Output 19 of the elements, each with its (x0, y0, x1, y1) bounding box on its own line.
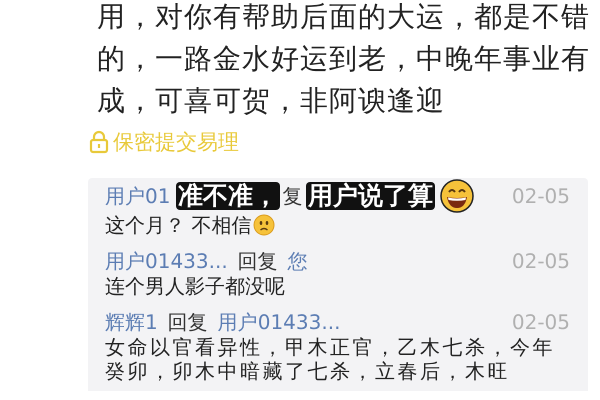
username-link[interactable]: 用户01433... (218, 310, 340, 335)
username-link[interactable]: 您 (288, 249, 308, 274)
comment-date: 02-05 (512, 184, 570, 209)
reply-word: 回复 (238, 249, 278, 274)
worried-face-icon (253, 214, 276, 236)
caption-text: 准不准， (176, 182, 280, 210)
comment-date: 02-05 (512, 249, 570, 274)
caption-text: 用户说了算 (306, 182, 435, 210)
reply-word: 复 (282, 184, 302, 209)
comment-text: 连个男人影子都没呢 (105, 274, 285, 298)
post-text: 用，对你有帮助后面的大运，都是不错的，一路金水好运到老，中晚年事业有成，可喜可贺，非阿谀逢迎 (97, 0, 591, 119)
username-link[interactable]: 用户01433... (105, 249, 228, 274)
lock-icon (89, 130, 109, 154)
reply-word: 回复 (168, 310, 208, 335)
comment-text: 女命以官看异性，甲木正官，乙木七杀，今年癸卯，卯木中暗藏了七杀，立春后，木旺 (105, 335, 556, 383)
username-link[interactable]: 辉辉1 (105, 310, 158, 335)
comment-text: 这个月？ 不相信 (105, 213, 252, 237)
username-link[interactable]: 用户01 (105, 184, 170, 209)
comment-date: 02-05 (512, 310, 570, 335)
